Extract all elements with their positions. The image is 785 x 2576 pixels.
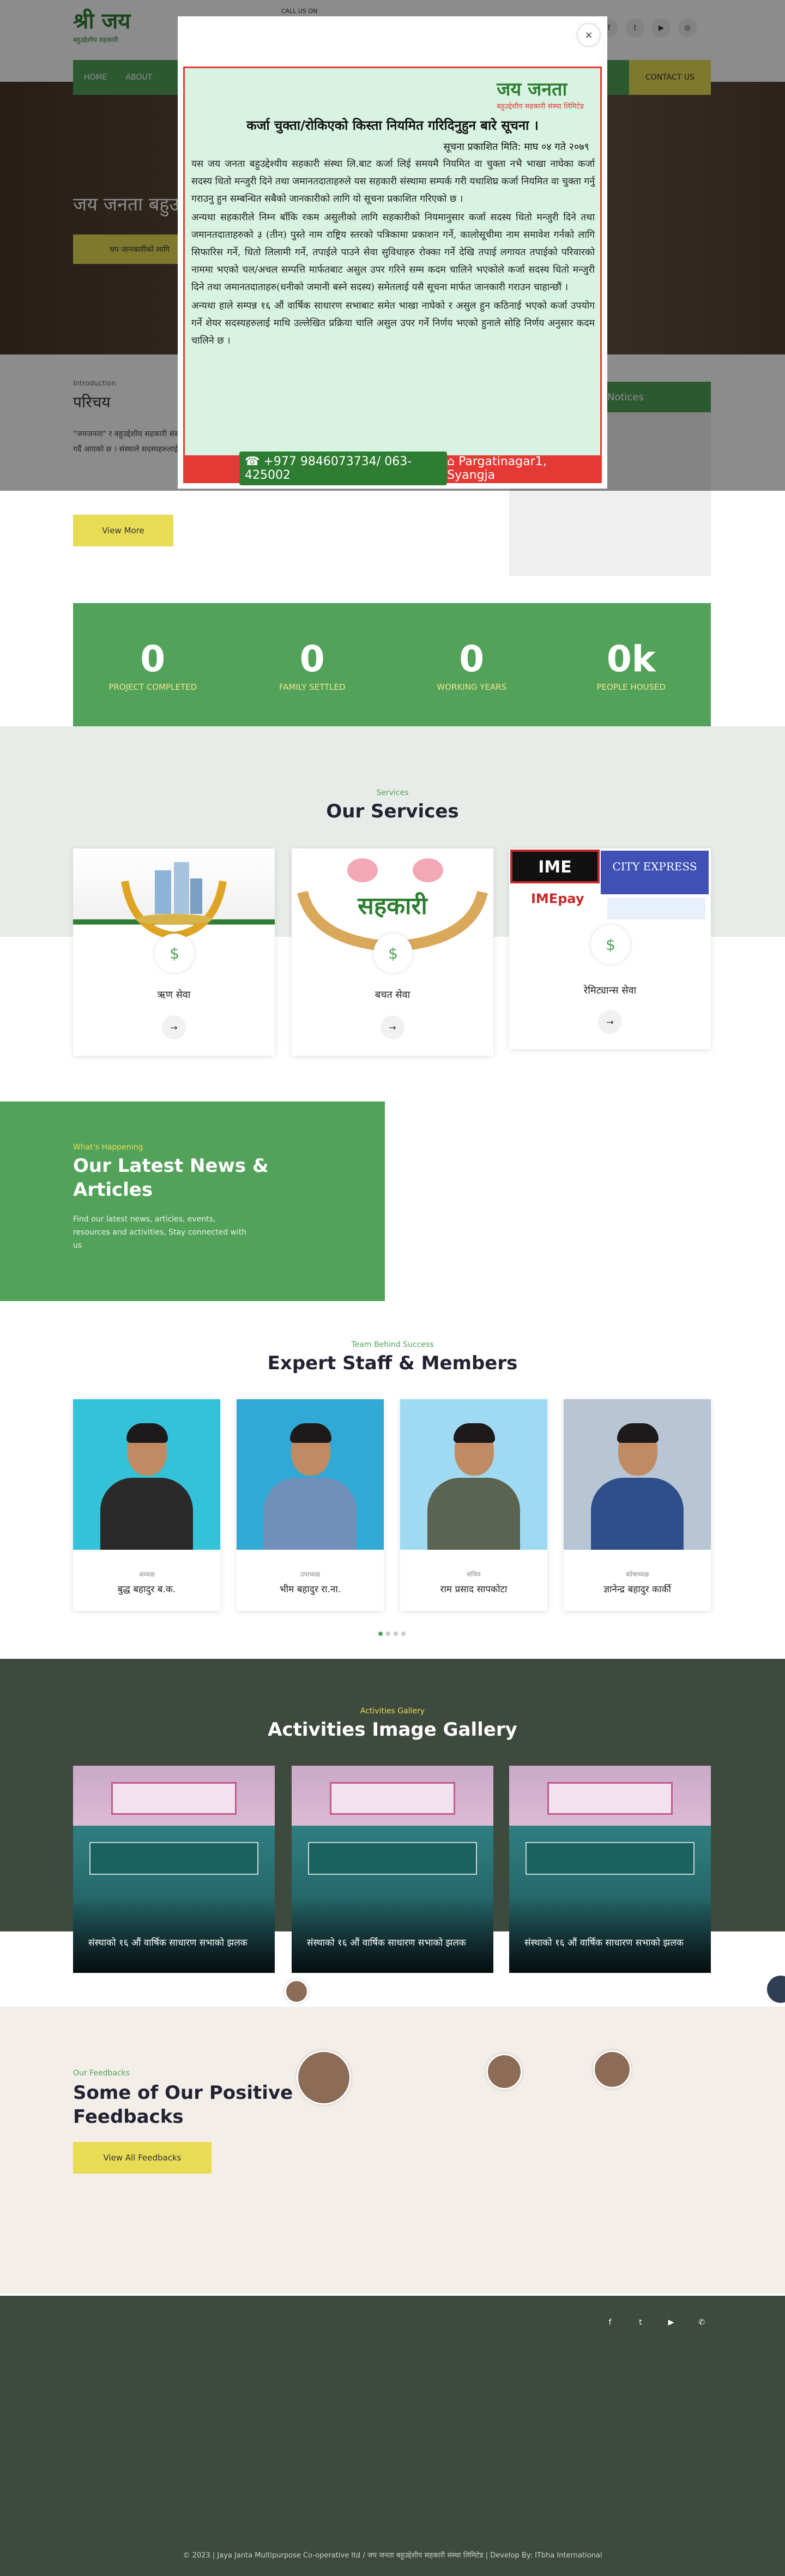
service-card[interactable]: सहकारी $ बचत सेवा → (292, 848, 493, 1056)
gallery-caption: संस्थाको १६ औं वार्षिक साधारण सभाको झलक (524, 1937, 684, 1948)
svg-text:IME: IME (538, 858, 572, 877)
news-section: What's Happening Our Latest News & Artic… (0, 1102, 385, 1301)
news-title: Our Latest News & Articles (73, 1155, 269, 1201)
staff-card[interactable]: सचिव राम प्रसाद सापकोटा (400, 1399, 547, 1611)
stat-number: 0 (459, 637, 485, 680)
stat-number: 0k (606, 637, 656, 680)
stat-label: FAMILY SETTLED (279, 682, 346, 692)
staff-name: राम प्रसाद सापकोटा (440, 1584, 508, 1595)
site-footer: f t ▶ ✆ © 2023 | Jaya Janta Multipurpose… (0, 2296, 785, 2576)
gallery-title: Activities Image Gallery (268, 1719, 517, 1741)
carousel-dots (378, 1632, 406, 1636)
staff-role: अध्यक्ष (138, 1570, 155, 1578)
avatar (486, 2054, 522, 2090)
notice-modal: × जय जनता बहुउद्देशीय सहकारी संस्था लिमि… (178, 16, 607, 489)
carousel-dot[interactable] (386, 1632, 390, 1636)
money-bag-icon: $ (373, 934, 413, 973)
stat-label: WORKING YEARS (437, 682, 507, 692)
notice-logo-main: जय जनता (497, 79, 567, 100)
stat-label: PROJECT COMPLETED (108, 682, 197, 692)
carousel-dot[interactable] (394, 1632, 398, 1636)
service-name: रेमिट्यान्स सेवा (583, 985, 637, 996)
svg-text:CITY EXPRESS: CITY EXPRESS (612, 860, 697, 873)
arrow-right-icon[interactable]: → (598, 1010, 622, 1034)
youtube-icon[interactable]: ▶ (663, 2314, 679, 2331)
stat-item: 0 FAMILY SETTLED (233, 603, 392, 726)
gallery-item[interactable]: संस्थाको १६ औं वार्षिक साधारण सभाको झलक (509, 1766, 711, 1973)
staff-card[interactable]: उपाध्यक्ष भीम बहादुर रा.ना. (237, 1399, 384, 1611)
staff-role: सचिव (467, 1570, 481, 1578)
feedback-label: Our Feedbacks (73, 2069, 130, 2078)
notice-phone-text: +977 9846073734/ 063-425002 (245, 455, 412, 482)
staff-name: बुद्ध बहादुर ब.क. (117, 1584, 176, 1595)
service-name: बचत सेवा (375, 989, 410, 1001)
notice-logo: जय जनता बहुउद्देशीय सहकारी संस्था लिमिटे… (497, 76, 584, 111)
staff-name: भीम बहादुर रा.ना. (279, 1584, 341, 1595)
stat-item: 0 PROJECT COMPLETED (73, 603, 233, 726)
staff-photo (400, 1399, 547, 1550)
staff-photo (237, 1399, 384, 1550)
notice-address: ⌂ Pargatinagar1, Syangja (447, 455, 547, 482)
staff-card[interactable]: कोषाध्यक्ष ज्ञानेन्द्र बहादुर कार्की (564, 1399, 711, 1611)
twitter-icon[interactable]: t (632, 2314, 649, 2331)
gallery-item[interactable]: संस्थाको १६ औं वार्षिक साधारण सभाको झलक (73, 1766, 275, 1973)
stat-number: 0 (299, 637, 325, 680)
gallery-label: Activities Gallery (360, 1707, 425, 1716)
feedback-title: Some of Our Positive Feedbacks (73, 2082, 293, 2128)
stats-band: 0 PROJECT COMPLETED 0 FAMILY SETTLED 0 W… (73, 603, 711, 726)
news-text: Find our latest news, articles, events, … (73, 1215, 247, 1250)
staff-card[interactable]: अध्यक्ष बुद्ध बहादुर ब.क. (73, 1399, 220, 1611)
gallery-caption: संस्थाको १६ औं वार्षिक साधारण सभाको झलक (88, 1937, 247, 1948)
service-name: ऋण सेवा (157, 989, 191, 1001)
footer-socials: f t ▶ ✆ (602, 2314, 710, 2331)
staff-role: उपाध्यक्ष (300, 1570, 321, 1578)
gallery-caption: संस्थाको १६ औं वार्षिक साधारण सभाको झलक (307, 1937, 466, 1948)
service-card[interactable]: IME CITY EXPRESS IMEpay $ रेमिट्यान्स से… (509, 848, 711, 1049)
carousel-dot[interactable] (378, 1632, 383, 1636)
facebook-icon[interactable]: f (602, 2314, 618, 2331)
services-title: Our Services (326, 801, 459, 822)
notice-title: कर्जा चुक्ता/रोकिएको किस्ता नियमित गरिदि… (246, 118, 539, 133)
copyright-text: © 2023 | Jaya Janta Multipurpose Co-oper… (183, 2551, 602, 2560)
staff-title: Expert Staff & Members (267, 1352, 518, 1374)
arrow-right-icon[interactable]: → (162, 1015, 186, 1039)
service-card[interactable]: $ ऋण सेवा → (73, 848, 275, 1056)
staff-role: कोषाध्यक्ष (625, 1570, 649, 1578)
notice-address-text: Pargatinagar1, Syangja (447, 455, 547, 482)
notice-phone: ☎ +977 9846073734/ 063-425002 (239, 452, 448, 485)
gallery-item[interactable]: संस्थाको १६ औं वार्षिक साधारण सभाको झलक (292, 1766, 493, 1973)
news-label: What's Happening (73, 1143, 143, 1152)
stat-item: 0 WORKING YEARS (392, 603, 552, 726)
notice-logo-sub: बहुउद्देशीय सहकारी संस्था लिमिटेड (497, 103, 584, 111)
avatar (285, 1979, 309, 2003)
notice-paragraph: अन्यथा सहकारीले निम्न बाँकि रकम असुलीको … (191, 212, 595, 293)
notice-footer: ☎ +977 9846073734/ 063-425002 ⌂ Pargatin… (185, 452, 600, 485)
money-bag-icon: $ (155, 934, 194, 973)
notice-date: सूचना प्रकाशित मिति: माघ ०४ गते २०७९ (443, 141, 590, 153)
arrow-right-icon[interactable]: → (381, 1015, 404, 1039)
notice-paragraph: यस जय जनता बहुउद्देश्यीय सहकारी संस्था ल… (191, 159, 595, 204)
stat-number: 0 (140, 637, 166, 680)
avatar (297, 2050, 351, 2105)
staff-photo (73, 1399, 220, 1550)
chat-widget-icon[interactable] (765, 1974, 785, 2005)
avatar (593, 2050, 631, 2089)
close-icon[interactable]: × (578, 24, 600, 46)
notice-paragraph: अन्यथा हाले सम्पन्न १६ औं वार्षिक साधारण… (191, 300, 595, 346)
money-bag-icon: $ (591, 925, 630, 964)
svg-text:IMEpay: IMEpay (531, 891, 584, 906)
view-feedbacks-button[interactable]: View All Feedbacks (73, 2142, 212, 2174)
stat-label: PEOPLE HOUSED (596, 682, 666, 692)
staff-label: Team Behind Success (351, 1340, 434, 1349)
staff-name: ज्ञानेन्द्र बहादुर कार्की (603, 1584, 671, 1595)
whatsapp-icon[interactable]: ✆ (693, 2314, 710, 2331)
view-more-button[interactable]: View More (73, 515, 173, 546)
service-image-text: सहकारी (357, 892, 428, 920)
notice-image: जय जनता बहुउद्देशीय सहकारी संस्था लिमिटे… (183, 67, 602, 485)
stat-item: 0k PEOPLE HOUSED (552, 603, 711, 726)
notice-body: यस जय जनता बहुउद्देश्यीय सहकारी संस्था ल… (191, 155, 595, 351)
staff-photo (564, 1399, 711, 1550)
carousel-dot[interactable] (401, 1632, 406, 1636)
services-label: Services (376, 789, 409, 797)
